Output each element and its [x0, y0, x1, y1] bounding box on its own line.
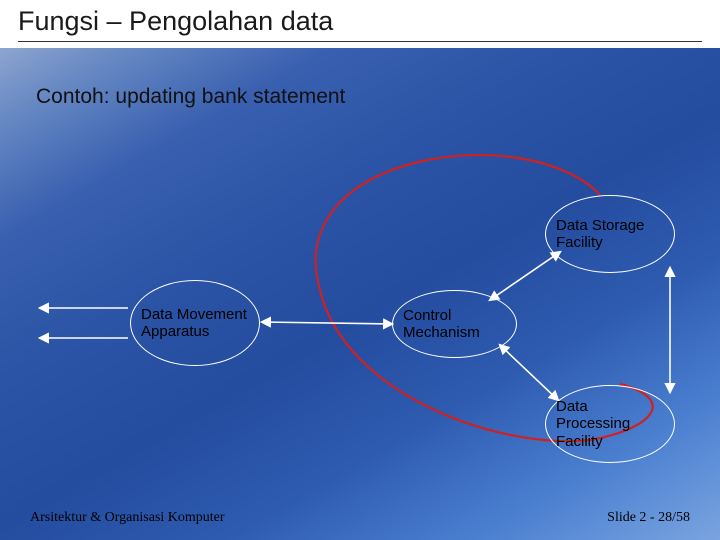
node-label: Data Storage Facility: [556, 217, 664, 252]
node-data-movement: Data Movement Apparatus: [130, 280, 260, 366]
node-label: Control Mechanism: [403, 307, 506, 342]
slide: Fungsi – Pengolahan data Contoh: updatin…: [0, 0, 720, 540]
arrow-control-storage: [490, 252, 560, 300]
footer-page-number: Slide 2 - 28/58: [607, 510, 690, 526]
node-label: Data Processing Facility: [556, 398, 664, 450]
arrow-control-processing: [500, 345, 558, 400]
slide-subtitle: Contoh: updating bank statement: [36, 85, 345, 109]
node-control-mechanism: Control Mechanism: [392, 290, 517, 358]
node-label: Data Movement Apparatus: [141, 306, 249, 341]
node-data-storage: Data Storage Facility: [545, 195, 675, 273]
slide-title: Fungsi – Pengolahan data: [18, 6, 702, 42]
node-data-processing: Data Processing Facility: [545, 385, 675, 463]
arrow-control-movement: [262, 322, 392, 324]
footer-left: Arsitektur & Organisasi Komputer: [30, 510, 225, 526]
